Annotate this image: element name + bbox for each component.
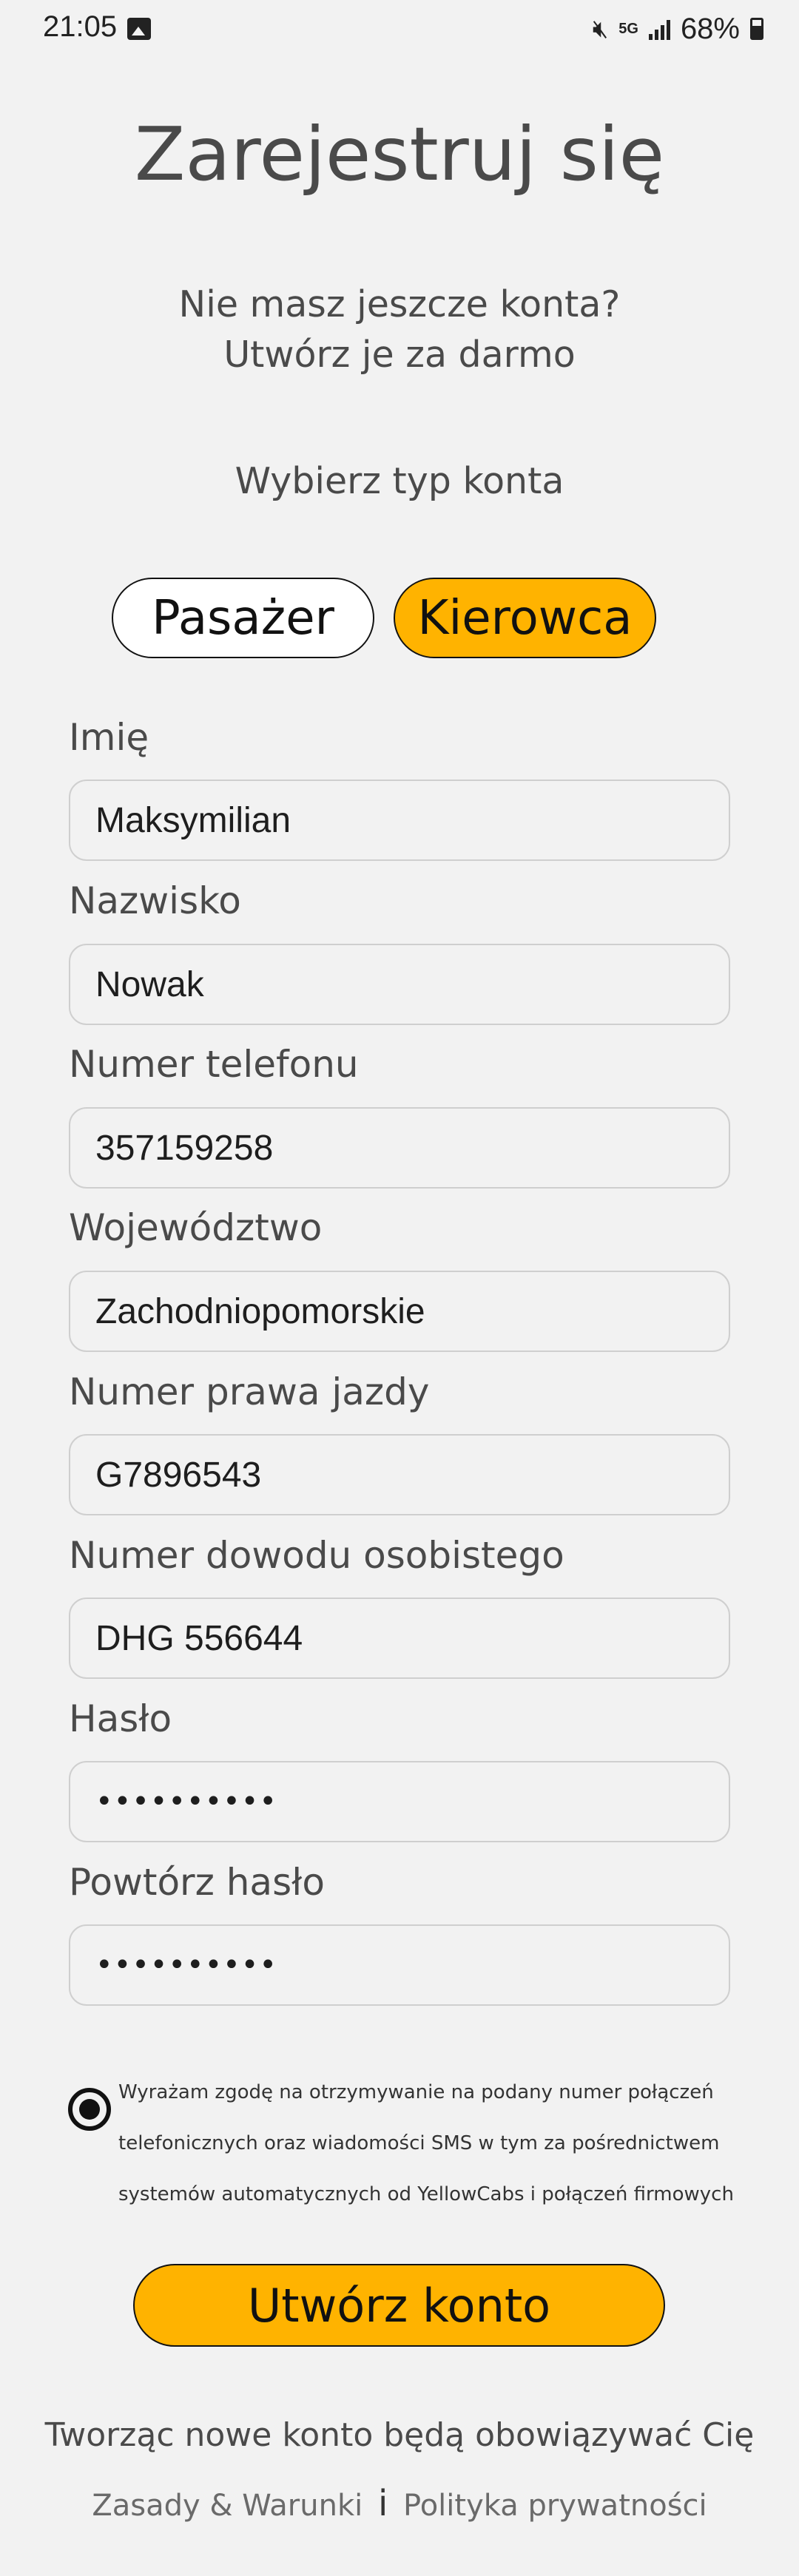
passenger-type-button[interactable]: Pasażer xyxy=(112,578,374,658)
last-name-field[interactable] xyxy=(69,944,730,1025)
page-subtitle: Nie masz jeszcze konta? Utwórz je za dar… xyxy=(0,280,799,380)
last-name-label: Nazwisko xyxy=(69,879,241,922)
subtitle-line-1: Nie masz jeszcze konta? xyxy=(178,283,621,325)
status-bar: 21:05 🔇︎ 5G 68% xyxy=(0,0,799,59)
links-separator: i xyxy=(377,2483,388,2524)
consent-text: Wyrażam zgodę na otrzymywanie na podany … xyxy=(118,2067,747,2220)
consent-line-2: telefonicznych oraz wiadomości SMS w tym… xyxy=(118,2132,720,2154)
phone-field[interactable] xyxy=(69,1107,730,1189)
consent-line-3: systemów automatycznych od YellowCabs i … xyxy=(118,2183,734,2205)
create-account-button[interactable]: Utwórz konto xyxy=(133,2264,665,2347)
privacy-policy-link[interactable]: Polityka prywatności xyxy=(403,2489,707,2523)
terms-links: Zasady & Warunki i Polityka prywatności xyxy=(0,2483,799,2524)
id-card-number-field[interactable] xyxy=(69,1598,730,1679)
mute-icon: 🔇︎ xyxy=(592,14,609,44)
terms-and-conditions-link[interactable]: Zasady & Warunki xyxy=(92,2489,363,2523)
terms-notice: Tworząc nowe konto będą obowiązywać Cię xyxy=(44,2416,755,2454)
battery-icon xyxy=(750,18,763,40)
radio-selected-dot xyxy=(79,2099,100,2120)
license-label: Numer prawa jazdy xyxy=(69,1370,430,1413)
subtitle-line-2: Utwórz je za darmo xyxy=(223,334,576,376)
phone-label: Numer telefonu xyxy=(69,1043,359,1086)
consent-radio-button[interactable] xyxy=(68,2088,111,2131)
gallery-notification-icon xyxy=(127,18,151,40)
battery-percentage: 68% xyxy=(680,12,740,45)
choose-account-type-label: Wybierz typ konta xyxy=(235,460,564,502)
voivodeship-field[interactable] xyxy=(69,1271,730,1352)
signal-icon xyxy=(648,18,670,40)
status-time: 21:05 xyxy=(43,10,118,43)
password-repeat-field[interactable] xyxy=(69,1924,730,2006)
consent-line-1: Wyrażam zgodę na otrzymywanie na podany … xyxy=(118,2081,714,2103)
id-card-label: Numer dowodu osobistego xyxy=(69,1534,564,1577)
status-icons: 🔇︎ 5G 68% xyxy=(593,10,763,47)
driver-type-button[interactable]: Kierowca xyxy=(394,578,656,658)
first-name-label: Imię xyxy=(69,716,149,759)
password-repeat-label: Powtórz hasło xyxy=(69,1861,325,1904)
password-label: Hasło xyxy=(69,1697,172,1740)
password-field[interactable] xyxy=(69,1761,730,1842)
voivodeship-label: Województwo xyxy=(69,1206,323,1249)
license-number-field[interactable] xyxy=(69,1434,730,1515)
first-name-field[interactable] xyxy=(69,780,730,861)
network-5g-icon: 5G xyxy=(618,21,638,37)
page-title: Zarejestruj się xyxy=(134,111,665,197)
